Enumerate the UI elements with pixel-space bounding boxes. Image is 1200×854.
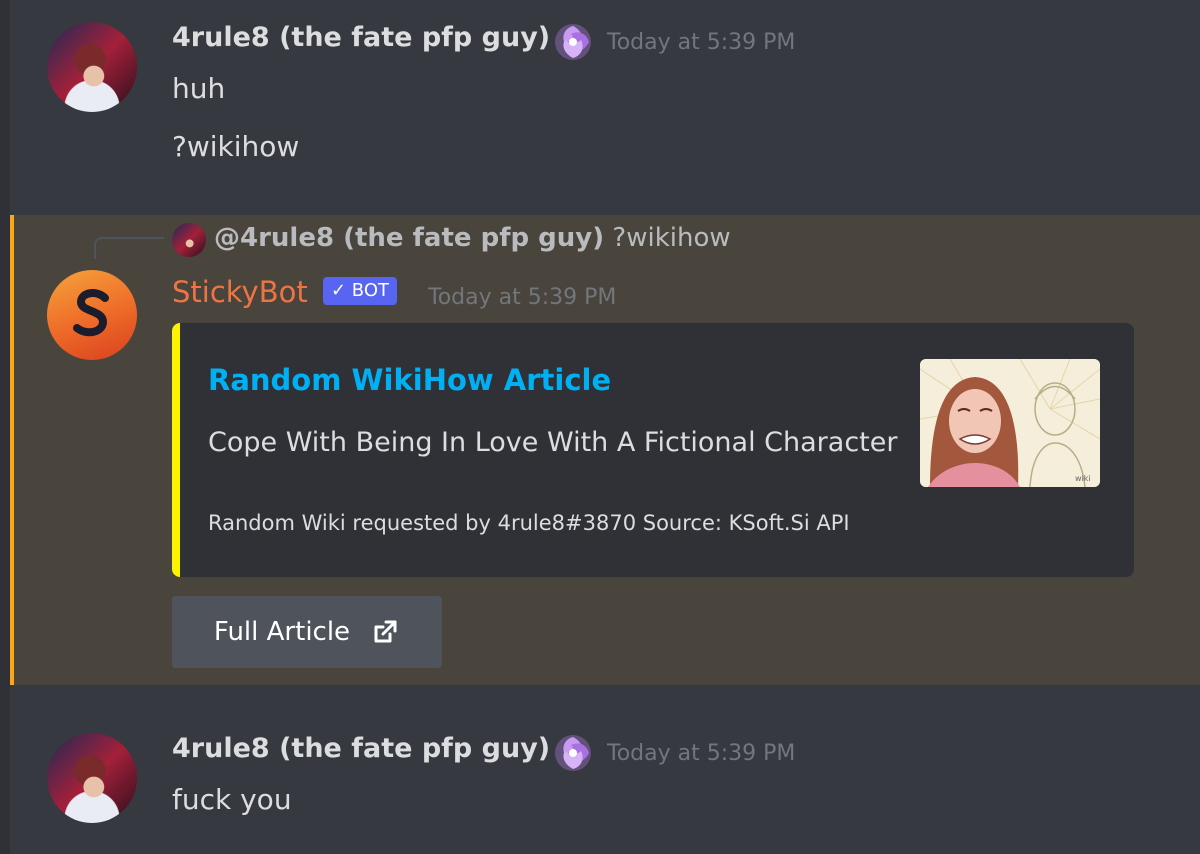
embed-title[interactable]: Random WikiHow Article <box>208 363 611 397</box>
embed: Random WikiHow Article Cope With Being I… <box>172 323 1134 577</box>
wikihow-illustration-icon: wiki <box>920 359 1100 487</box>
external-link-icon <box>374 620 397 643</box>
author-name[interactable]: 4rule8 (the fate pfp guy) <box>172 733 550 764</box>
embed-description: Cope With Being In Love With A Fictional… <box>208 427 898 458</box>
message-group: 4rule8 (the fate pfp guy) Today at 5:39 … <box>10 685 1200 854</box>
message-group: 4rule8 (the fate pfp guy) Today at 5:39 … <box>10 0 1200 215</box>
message-timestamp[interactable]: Today at 5:39 PM <box>607 741 795 766</box>
message-text: ?wikihow <box>172 130 300 163</box>
message-timestamp[interactable]: Today at 5:39 PM <box>428 285 616 310</box>
avatar[interactable] <box>47 22 137 112</box>
nitro-badge-icon[interactable] <box>553 733 593 773</box>
nitro-badge-icon[interactable] <box>553 22 593 62</box>
message-text: huh <box>172 72 226 105</box>
bot-message-highlight: @4rule8 (the fate pfp guy) ?wikihow Stic… <box>10 215 1200 685</box>
message-text: fuck you <box>172 783 292 816</box>
sidebar-edge <box>0 0 10 854</box>
bot-author-name[interactable]: StickyBot <box>172 275 308 309</box>
stickybot-logo-icon <box>73 289 109 337</box>
embed-footer: Random Wiki requested by 4rule8#3870 Sou… <box>208 511 850 535</box>
full-article-label: Full Article <box>213 617 351 647</box>
thumbnail-watermark: wiki <box>1075 474 1091 483</box>
reply-content: ?wikihow <box>612 223 731 253</box>
bot-avatar[interactable] <box>47 270 137 360</box>
embed-thumbnail[interactable]: wiki <box>920 359 1100 487</box>
reply-connector <box>94 237 164 259</box>
bot-tag: ✓ BOT <box>323 277 397 305</box>
message-timestamp[interactable]: Today at 5:39 PM <box>607 30 795 55</box>
reply-mention[interactable]: @4rule8 (the fate pfp guy) <box>214 223 604 253</box>
avatar[interactable] <box>47 733 137 823</box>
reply-avatar[interactable] <box>172 223 206 257</box>
author-name[interactable]: 4rule8 (the fate pfp guy) <box>172 22 550 53</box>
reply-preview[interactable]: @4rule8 (the fate pfp guy) ?wikihow <box>214 223 731 253</box>
full-article-button[interactable]: Full Article <box>172 596 442 668</box>
